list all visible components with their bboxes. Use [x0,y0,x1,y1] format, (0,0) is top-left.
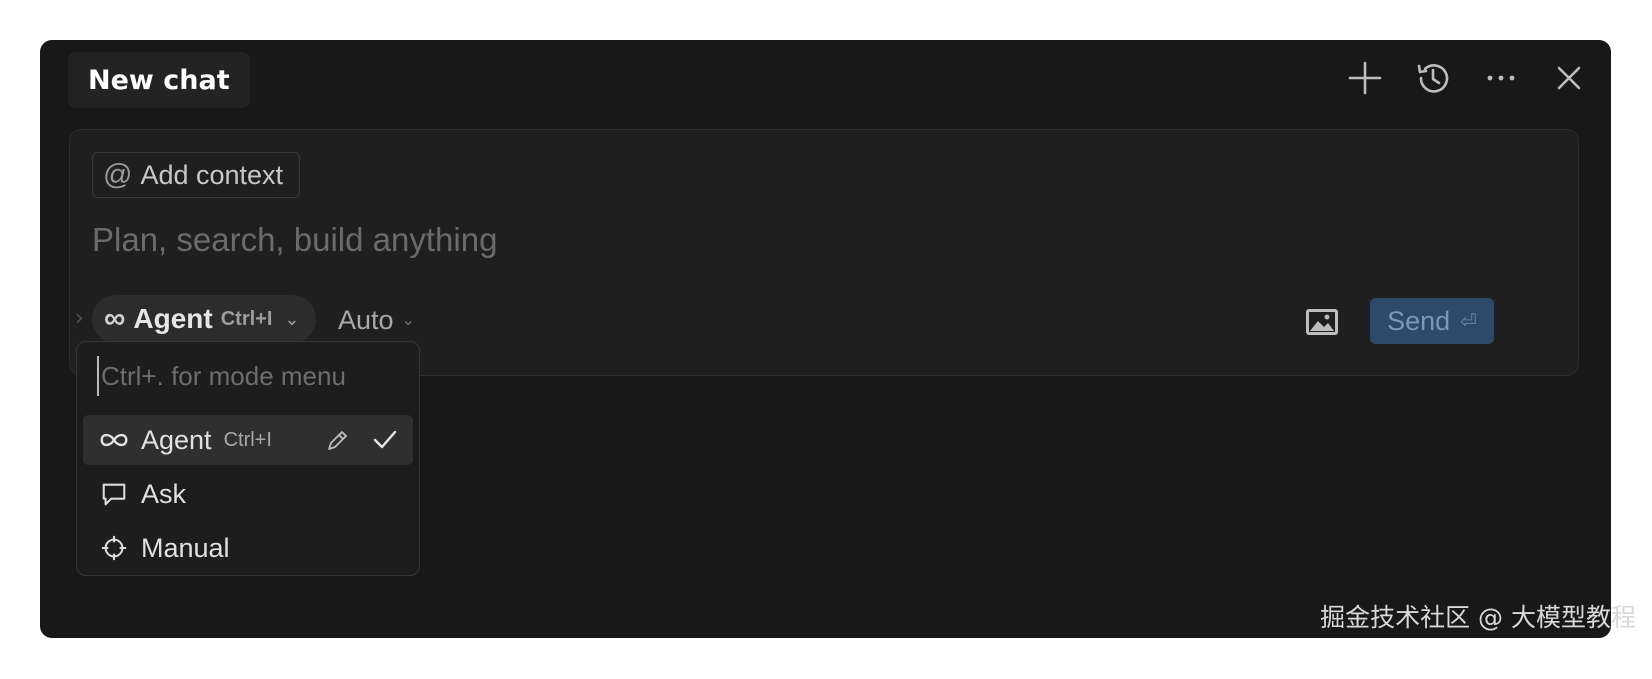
check-icon [371,426,399,461]
add-context-label: Add context [140,159,284,190]
menu-item-label: Ask [141,478,187,509]
send-label: Send [1387,305,1451,336]
more-button[interactable] [1479,56,1523,100]
crosshair-icon [97,534,131,562]
history-button[interactable] [1411,56,1455,100]
close-icon [1557,66,1581,90]
infinity-icon [97,430,131,450]
menu-item-shortcut: Ctrl+I [223,428,272,451]
menu-item-label: Agent [141,424,212,455]
plus-icon [1348,61,1382,95]
model-label: Auto [338,304,394,335]
at-icon: @ [103,158,133,191]
add-context-button[interactable]: @ Add context [92,152,301,198]
menu-item-manual[interactable]: Manual [83,523,413,573]
menu-item-label: Manual [141,532,230,563]
mode-selector[interactable]: ∞ Agent Ctrl+I ⌄ [92,295,316,343]
attach-image-button[interactable] [1302,304,1342,340]
menu-item-ask[interactable]: Ask [83,469,413,519]
header-actions [1343,56,1591,100]
image-icon [1306,309,1338,335]
tab-new-chat[interactable]: New chat [68,52,250,108]
infinity-icon: ∞ [104,302,126,335]
watermark: 掘金技术社区 @ 大模型教程 [1320,603,1636,632]
chat-panel: New chat @ Add context Plan, search, bui… [40,40,1611,638]
model-selector[interactable]: Auto ⌄ [338,300,415,340]
close-button[interactable] [1547,56,1591,100]
mode-label: Agent [133,303,213,334]
new-chat-button[interactable] [1343,56,1387,100]
chevron-down-icon: ⌄ [284,308,300,329]
history-icon [1417,64,1449,93]
more-icon [1487,75,1515,81]
mode-menu-search[interactable] [97,356,397,396]
pencil-icon[interactable] [323,427,351,462]
send-button[interactable]: Send ⏎ [1370,298,1494,344]
mode-menu: Agent Ctrl+I Ask [76,341,420,576]
chevron-down-icon: ⌄ [401,312,415,329]
menu-item-agent[interactable]: Agent Ctrl+I [83,415,413,465]
prompt-input[interactable] [92,215,1292,265]
chevron-right-icon: › [75,306,84,331]
mode-shortcut: Ctrl+I [220,307,273,330]
chat-bubble-icon [97,480,131,508]
enter-key-icon: ⏎ [1460,310,1477,333]
composer: @ Add context › ∞ Agent Ctrl+I ⌄ Auto ⌄ … [69,129,1579,376]
